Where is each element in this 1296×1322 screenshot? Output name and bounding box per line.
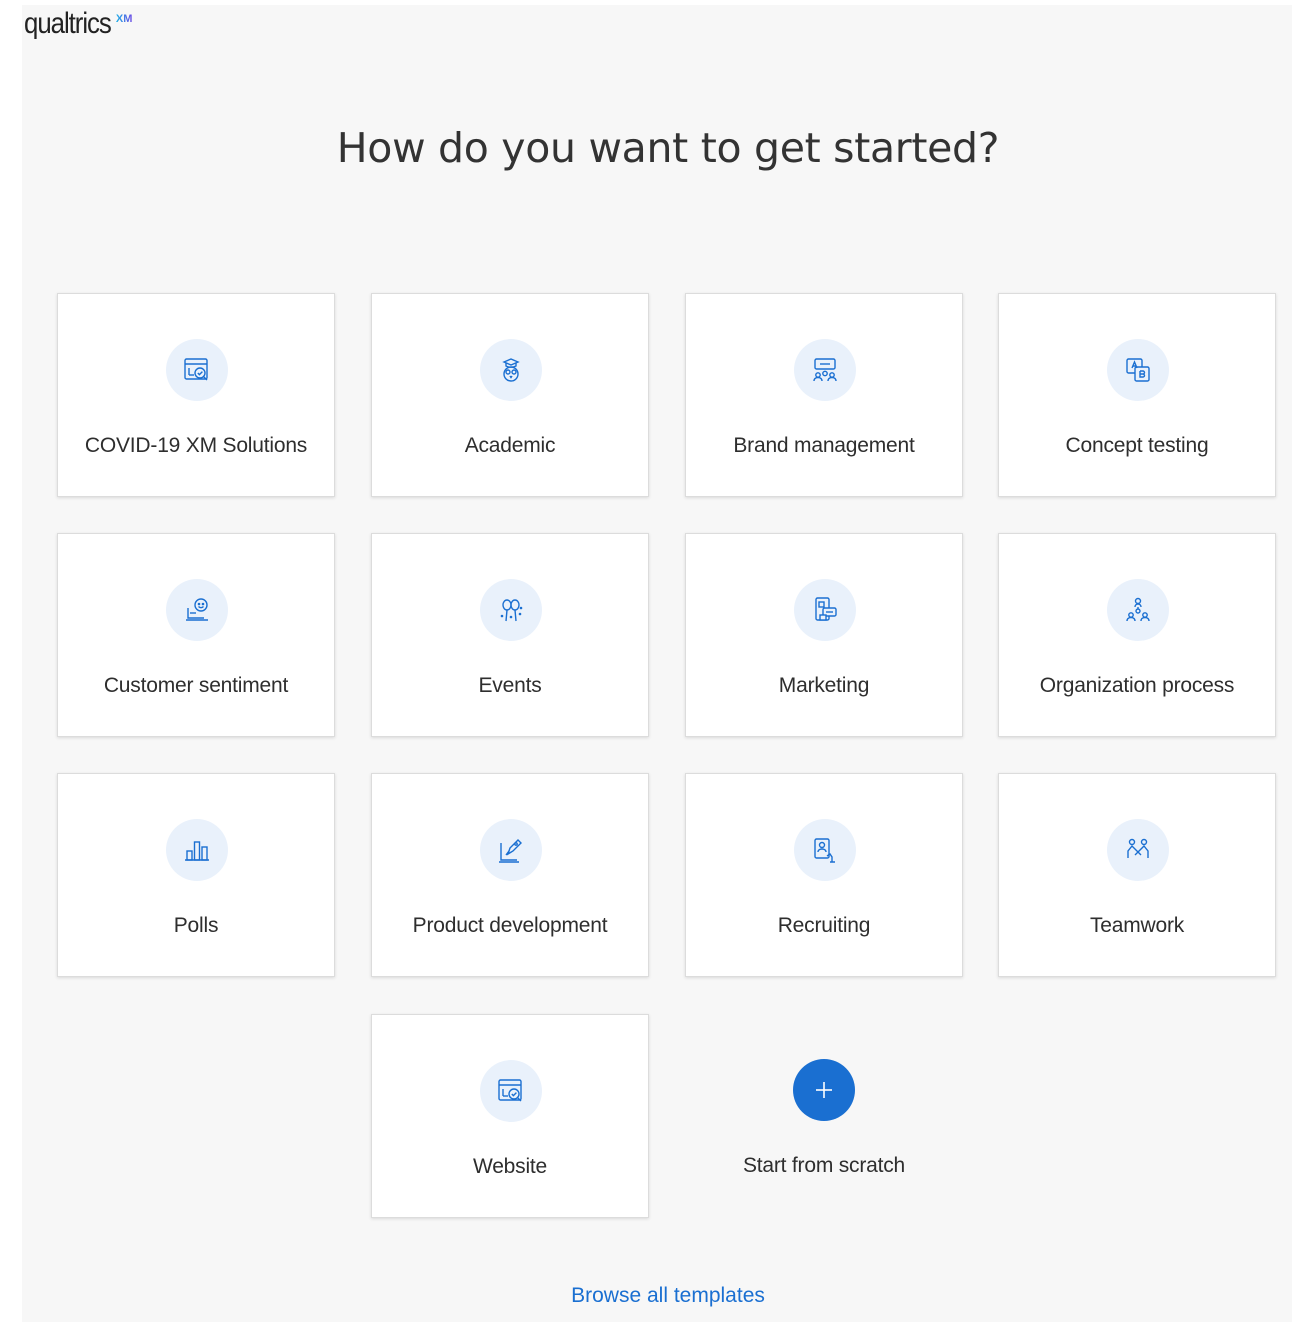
card-label: Concept testing bbox=[1065, 434, 1209, 457]
card-organization-process[interactable]: Organization process bbox=[998, 533, 1276, 737]
card-label: Organization process bbox=[1039, 674, 1235, 697]
plus-icon[interactable] bbox=[793, 1059, 855, 1121]
owl-graduation-icon bbox=[480, 339, 542, 401]
card-concept-testing[interactable]: Concept testing bbox=[998, 293, 1276, 497]
customer-chat-icon bbox=[166, 579, 228, 641]
card-label: Polls bbox=[173, 914, 219, 937]
team-handshake-icon bbox=[1107, 819, 1169, 881]
candidate-badge-icon bbox=[794, 819, 856, 881]
card-label: Recruiting bbox=[777, 914, 871, 937]
audience-screen-icon bbox=[794, 339, 856, 401]
card-product-development[interactable]: Product development bbox=[371, 773, 649, 977]
card-recruiting[interactable]: Recruiting bbox=[685, 773, 963, 977]
card-events[interactable]: Events bbox=[371, 533, 649, 737]
page-title: How do you want to get started? bbox=[336, 124, 1000, 172]
org-people-icon bbox=[1107, 579, 1169, 641]
balloons-icon bbox=[480, 579, 542, 641]
bar-chart-icon bbox=[166, 819, 228, 881]
card-customer-sentiment[interactable]: Customer sentiment bbox=[57, 533, 335, 737]
start-from-scratch-card[interactable]: Start from scratch bbox=[685, 1014, 963, 1218]
browse-all-templates-link[interactable]: Browse all templates bbox=[0, 1284, 1296, 1308]
card-label: Customer sentiment bbox=[103, 674, 289, 697]
browser-search-icon bbox=[166, 339, 228, 401]
card-label: Teamwork bbox=[1089, 914, 1185, 937]
card-label: Website bbox=[472, 1155, 548, 1178]
card-academic[interactable]: Academic bbox=[371, 293, 649, 497]
card-brand-management[interactable]: Brand management bbox=[685, 293, 963, 497]
card-polls[interactable]: Polls bbox=[57, 773, 335, 977]
card-label: Start from scratch bbox=[742, 1154, 906, 1177]
logo-xm-badge: XM bbox=[115, 13, 133, 25]
card-label: COVID-19 XM Solutions bbox=[84, 434, 308, 457]
card-marketing[interactable]: Marketing bbox=[685, 533, 963, 737]
card-label: Events bbox=[478, 674, 542, 697]
card-label: Academic bbox=[464, 434, 556, 457]
card-teamwork[interactable]: Teamwork bbox=[998, 773, 1276, 977]
card-label: Marketing bbox=[778, 674, 870, 697]
card-covid-19-xm-solutions[interactable]: COVID-19 XM Solutions bbox=[57, 293, 335, 497]
browser-search-icon bbox=[480, 1060, 542, 1122]
phone-message-icon bbox=[794, 579, 856, 641]
qualtrics-logo: qualtrics XM bbox=[24, 6, 132, 42]
card-label: Brand management bbox=[733, 434, 915, 457]
card-website[interactable]: Website bbox=[371, 1014, 649, 1218]
ab-compare-icon bbox=[1107, 339, 1169, 401]
logo-wordmark: qualtrics bbox=[24, 7, 112, 40]
rocket-screen-icon bbox=[480, 819, 542, 881]
card-label: Product development bbox=[412, 914, 608, 937]
